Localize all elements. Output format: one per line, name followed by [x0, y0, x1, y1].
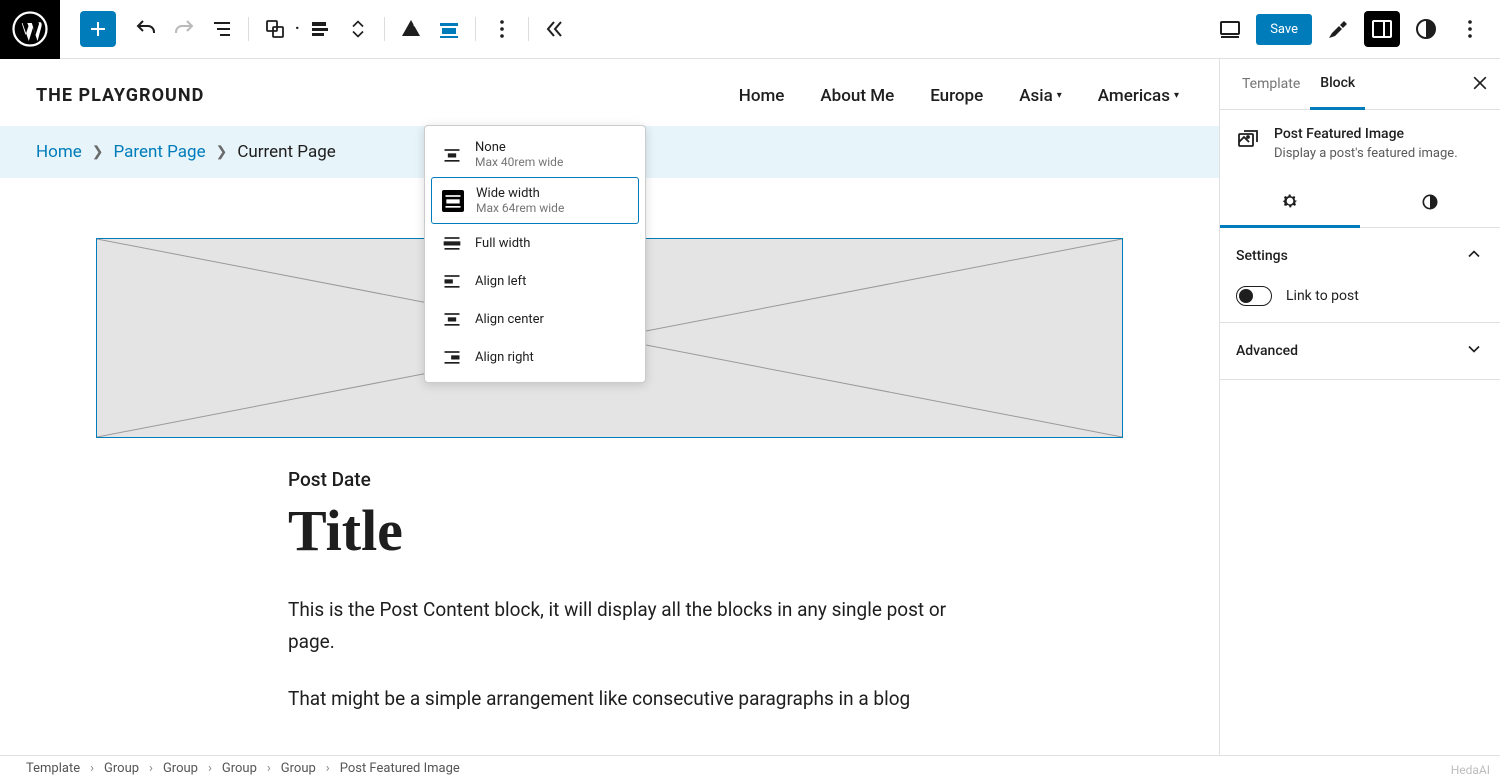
chevron-down-icon: ▾	[1174, 90, 1179, 101]
save-button[interactable]: Save	[1256, 14, 1312, 45]
align-none-icon	[441, 144, 463, 166]
settings-sidebar-toggle[interactable]	[1364, 11, 1400, 47]
move-up-down-button[interactable]	[340, 11, 376, 47]
replace-image-button[interactable]	[393, 11, 429, 47]
crumb[interactable]: Group	[163, 761, 198, 776]
crumb[interactable]: Template	[26, 761, 80, 776]
paragraph: That might be a simple arrangement like …	[288, 683, 948, 715]
undo-button[interactable]	[128, 11, 164, 47]
crumb[interactable]: Group	[222, 761, 257, 776]
advanced-panel-toggle[interactable]: Advanced	[1236, 339, 1484, 363]
editor-canvas: THE PLAYGROUND Home About Me Europe Asia…	[0, 59, 1219, 755]
link-to-post-toggle[interactable]	[1236, 286, 1272, 306]
align-option-left[interactable]: Align left	[431, 262, 639, 300]
settings-panel-toggle[interactable]: Settings	[1236, 244, 1484, 268]
watermark: HedaAI	[1451, 763, 1490, 777]
close-sidebar-button[interactable]	[1470, 73, 1490, 97]
styles-button[interactable]	[1408, 11, 1444, 47]
post-content-block[interactable]: This is the Post Content block, it will …	[288, 594, 948, 715]
block-styles-tab[interactable]	[1360, 177, 1500, 227]
align-option-right[interactable]: Align right	[431, 338, 639, 376]
breadcrumb-parent[interactable]: Parent Page	[113, 142, 205, 162]
align-option-wide[interactable]: Wide widthMax 64rem wide	[431, 177, 639, 224]
document-overview-button[interactable]	[204, 11, 240, 47]
chevron-right-icon: ❯	[216, 144, 228, 160]
view-button[interactable]	[1212, 11, 1248, 47]
post-date-block[interactable]: Post Date	[288, 468, 1219, 491]
sidebar-tab-template[interactable]: Template	[1232, 60, 1310, 108]
collapse-toolbar-button[interactable]	[537, 11, 573, 47]
breadcrumb-home[interactable]: Home	[36, 142, 82, 162]
site-nav: Home About Me Europe Asia ▾ Americas ▾	[739, 86, 1179, 106]
align-right-icon	[441, 346, 463, 368]
block-settings-tab[interactable]	[1220, 177, 1360, 228]
block-name: Post Featured Image	[1274, 126, 1458, 142]
top-toolbar: . Save	[0, 0, 1500, 59]
featured-image-block-icon	[1236, 126, 1260, 161]
block-breadcrumb: Template› Group› Group› Group› Group› Po…	[0, 755, 1500, 781]
align-option-center[interactable]: Align center	[431, 300, 639, 338]
gear-icon	[1280, 191, 1300, 211]
block-description: Display a post's featured image.	[1274, 146, 1458, 161]
chevron-down-icon: ▾	[1057, 90, 1062, 101]
nav-item-about[interactable]: About Me	[820, 86, 894, 106]
align-full-icon	[441, 232, 463, 254]
block-inserter-button[interactable]	[80, 11, 116, 47]
wordpress-logo[interactable]	[0, 0, 60, 59]
chevron-down-icon	[1464, 339, 1484, 363]
tools-button[interactable]	[1320, 11, 1356, 47]
crumb[interactable]: Group	[104, 761, 139, 776]
align-wide-icon	[442, 190, 464, 212]
chevron-right-icon: ❯	[92, 144, 104, 160]
nav-item-europe[interactable]: Europe	[930, 86, 983, 106]
options-menu-button[interactable]	[1452, 11, 1488, 47]
breadcrumb-current: Current Page	[237, 142, 335, 162]
crumb[interactable]: Group	[281, 761, 316, 776]
nav-item-home[interactable]: Home	[739, 86, 785, 106]
align-popover: NoneMax 40rem wide Wide widthMax 64rem w…	[424, 125, 646, 383]
align-option-none[interactable]: NoneMax 40rem wide	[431, 132, 639, 177]
nav-item-americas[interactable]: Americas ▾	[1098, 86, 1179, 106]
settings-sidebar: Template Block Post Featured Image Displ…	[1219, 59, 1500, 755]
paragraph: This is the Post Content block, it will …	[288, 594, 948, 659]
link-to-post-label: Link to post	[1286, 288, 1359, 304]
align-left-icon	[441, 270, 463, 292]
post-title-block[interactable]: Title	[288, 497, 1219, 564]
crumb-current: Post Featured Image	[340, 761, 460, 776]
contrast-icon	[1420, 192, 1440, 212]
align-center-icon	[441, 308, 463, 330]
parent-block-nav-button[interactable]	[302, 11, 338, 47]
more-options-button[interactable]	[484, 11, 520, 47]
block-type-button[interactable]	[257, 11, 293, 47]
redo-button[interactable]	[166, 11, 202, 47]
sidebar-tab-block[interactable]: Block	[1310, 59, 1365, 110]
align-option-full[interactable]: Full width	[431, 224, 639, 262]
site-title[interactable]: THE PLAYGROUND	[36, 85, 204, 106]
align-button[interactable]	[431, 11, 467, 47]
chevron-up-icon	[1464, 244, 1484, 268]
nav-item-asia[interactable]: Asia ▾	[1019, 86, 1062, 106]
